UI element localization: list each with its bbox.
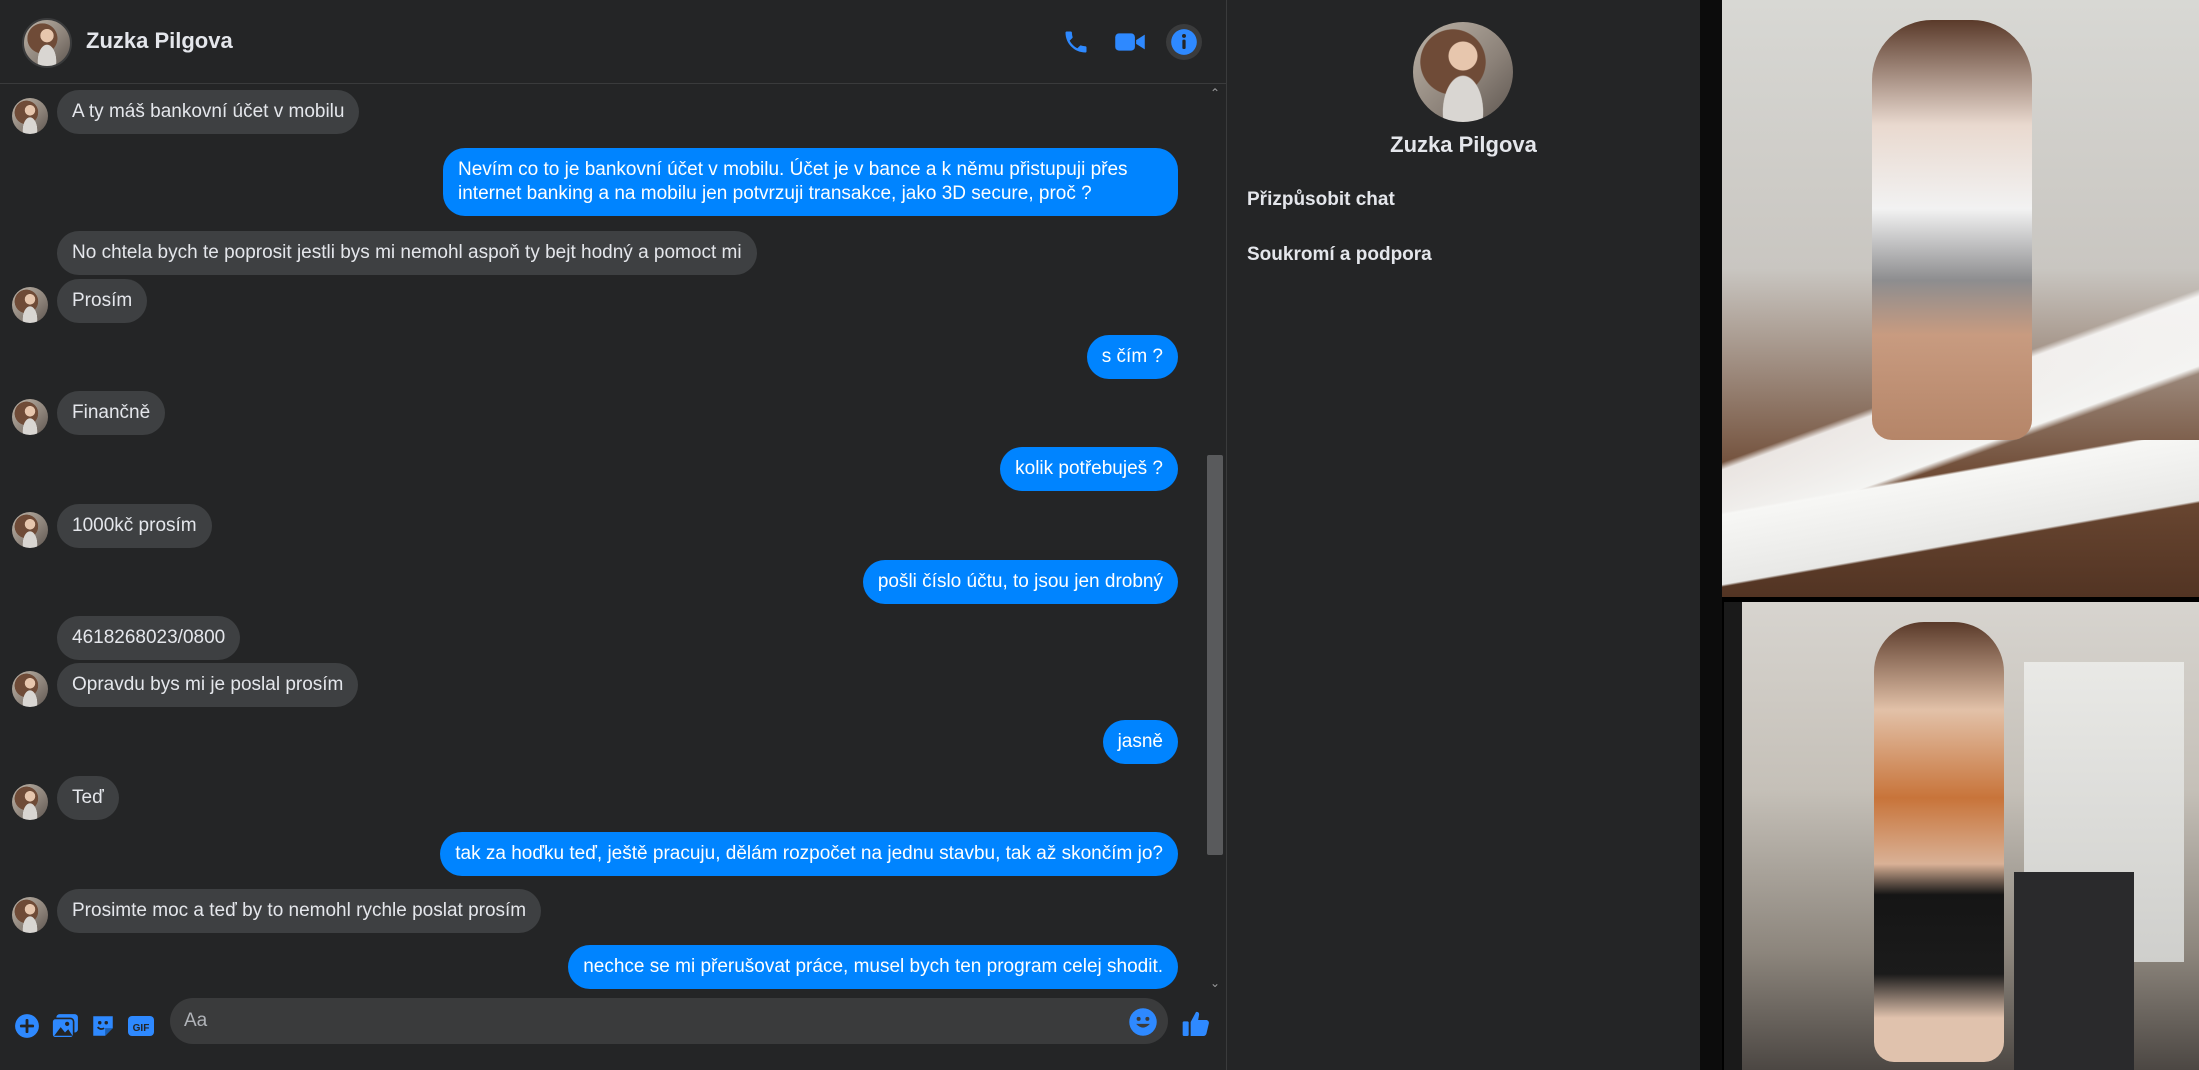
- incoming-message[interactable]: Prosím: [57, 279, 148, 323]
- like-icon: [1182, 1011, 1209, 1036]
- messenger-window: Zuzka Pilgova A ty máš bankovní účet v m…: [0, 0, 1700, 1070]
- message-row: kolik potřebuješ ?: [0, 447, 1200, 495]
- outgoing-message[interactable]: jasně: [1102, 720, 1178, 764]
- contact-avatar[interactable]: [22, 18, 72, 68]
- message-row: jasně: [0, 720, 1200, 768]
- mirror-frame: [1722, 440, 2199, 597]
- outgoing-message[interactable]: s čím ?: [1086, 335, 1178, 379]
- incoming-message[interactable]: A ty máš bankovní účet v mobilu: [57, 90, 360, 134]
- outgoing-message[interactable]: Nevím co to je bankovní účet v mobilu. Ú…: [443, 148, 1178, 216]
- info-icon: [1171, 29, 1197, 55]
- sticker-button[interactable]: [88, 1011, 118, 1041]
- message-composer: GIF: [0, 994, 1226, 1070]
- incoming-message[interactable]: Opravdu bys mi je poslal prosím: [57, 663, 359, 707]
- incoming-message[interactable]: Teď: [57, 776, 119, 820]
- plus-icon: [15, 1014, 39, 1038]
- emoji-icon: [1129, 1008, 1157, 1036]
- privacy-support-item[interactable]: Soukromí a podpora: [1247, 244, 1432, 266]
- more-actions-button[interactable]: [12, 1011, 42, 1041]
- window-gap: [1700, 0, 1722, 1070]
- person-figure: [1874, 622, 2004, 1062]
- message-row: s čím ?: [0, 335, 1200, 383]
- svg-text:GIF: GIF: [133, 1023, 150, 1034]
- chat-header: Zuzka Pilgova: [0, 0, 1226, 84]
- message-row: Nevím co to je bankovní účet v mobilu. Ú…: [0, 148, 1200, 220]
- video-icon: [1115, 33, 1145, 51]
- outgoing-message[interactable]: tak za hoďku teď, ještě pracuju, dělám r…: [440, 832, 1178, 876]
- message-row: Prosimte moc a teď by to nemohl rychle p…: [0, 889, 1200, 937]
- emoji-button[interactable]: [1128, 1007, 1158, 1037]
- conversation-info-button[interactable]: [1166, 24, 1202, 60]
- scroll-down-icon[interactable]: ⌄: [1208, 976, 1222, 990]
- chat-pane: Zuzka Pilgova A ty máš bankovní účet v m…: [0, 0, 1227, 1070]
- message-row: A ty máš bankovní účet v mobilu: [0, 90, 1200, 138]
- message-row: Finančně: [0, 391, 1200, 439]
- gif-icon: GIF: [128, 1016, 154, 1036]
- message-scrollbar[interactable]: ⌃ ⌄: [1204, 84, 1224, 994]
- message-row: nechce se mi přerušovat práce, musel byc…: [0, 945, 1200, 993]
- sender-avatar[interactable]: [12, 897, 48, 933]
- mirror-frame-left: [1724, 602, 1742, 1070]
- phone-icon: [1065, 31, 1087, 53]
- shared-photo-mirror-selfie: [1722, 0, 2199, 597]
- video-call-button[interactable]: [1112, 24, 1148, 60]
- scroll-up-icon[interactable]: ⌃: [1208, 86, 1222, 100]
- incoming-message[interactable]: 1000kč prosím: [57, 504, 212, 548]
- customize-chat-item[interactable]: Přizpůsobit chat: [1247, 189, 1395, 211]
- outgoing-message[interactable]: pošli číslo účtu, to jsou jen drobný: [862, 560, 1178, 604]
- message-list[interactable]: A ty máš bankovní účet v mobilu Nevím co…: [0, 84, 1200, 994]
- outgoing-message[interactable]: kolik potřebuješ ?: [1000, 447, 1178, 491]
- contact-name[interactable]: Zuzka Pilgova: [86, 28, 233, 54]
- office-chair: [2014, 872, 2134, 1070]
- profile-avatar[interactable]: [1413, 22, 1513, 122]
- message-row: 4618268023/0800: [0, 616, 1200, 664]
- send-like-button[interactable]: [1180, 1008, 1214, 1042]
- person-figure: [1872, 20, 2032, 440]
- outgoing-message[interactable]: nechce se mi přerušovat práce, musel byc…: [568, 945, 1178, 989]
- gif-button[interactable]: GIF: [126, 1011, 156, 1041]
- message-row: Teď: [0, 776, 1200, 824]
- scrollbar-thumb[interactable]: [1207, 455, 1223, 855]
- sender-avatar[interactable]: [12, 98, 48, 134]
- conversation-info-panel: Zuzka Pilgova Přizpůsobit chat Soukromí …: [1227, 0, 1700, 1070]
- message-row: Prosím: [0, 279, 1200, 327]
- incoming-message[interactable]: No chtela bych te poprosit jestli bys mi…: [57, 231, 757, 275]
- sender-avatar[interactable]: [12, 512, 48, 548]
- message-row: pošli číslo účtu, to jsou jen drobný: [0, 560, 1200, 608]
- incoming-message[interactable]: Finančně: [57, 391, 166, 435]
- sender-avatar[interactable]: [12, 399, 48, 435]
- message-row: Opravdu bys mi je poslal prosím: [0, 663, 1200, 711]
- attach-image-button[interactable]: [50, 1011, 80, 1041]
- voice-call-button[interactable]: [1058, 24, 1094, 60]
- message-row: No chtela bych te poprosit jestli bys mi…: [0, 231, 1200, 279]
- sender-avatar[interactable]: [12, 784, 48, 820]
- sender-avatar[interactable]: [12, 671, 48, 707]
- shared-photo-room-selfie: [1724, 602, 2199, 1070]
- sender-avatar[interactable]: [12, 287, 48, 323]
- message-row: 1000kč prosím: [0, 504, 1200, 552]
- sticker-icon: [93, 1016, 113, 1036]
- incoming-message[interactable]: Prosimte moc a teď by to nemohl rychle p…: [57, 889, 542, 933]
- image-icon: [51, 1014, 78, 1039]
- profile-name[interactable]: Zuzka Pilgova: [1227, 132, 1700, 158]
- message-row: tak za hoďku teď, ještě pracuju, dělám r…: [0, 832, 1200, 880]
- incoming-message[interactable]: 4618268023/0800: [57, 616, 241, 660]
- message-input[interactable]: [170, 998, 1168, 1044]
